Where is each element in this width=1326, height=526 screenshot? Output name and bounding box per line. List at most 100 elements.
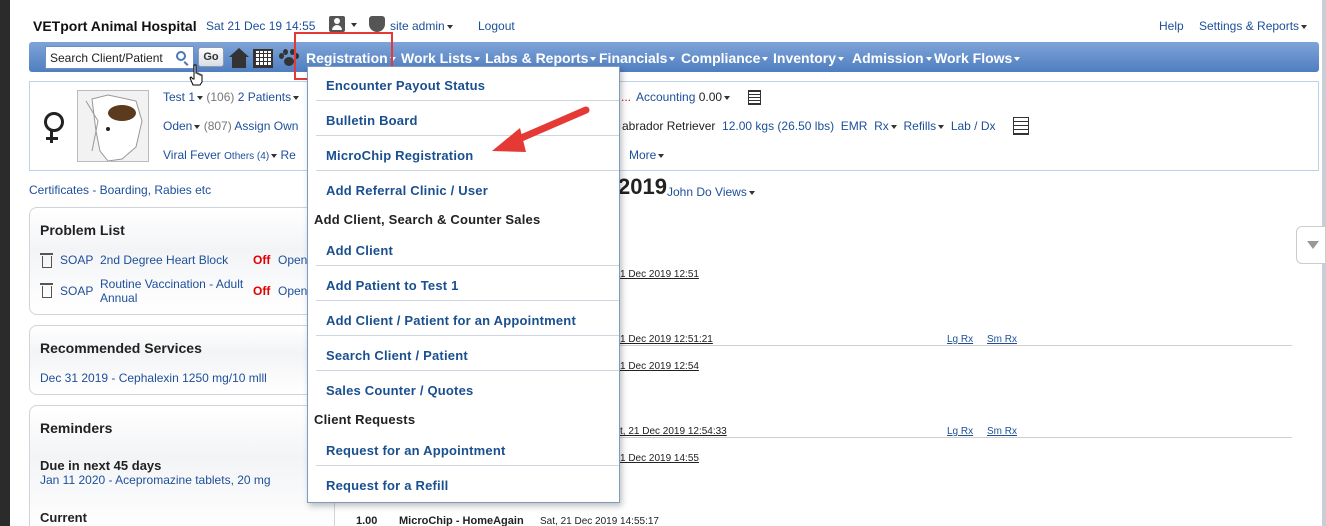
menu-item-request-appointment[interactable]: Request for an Appointment — [326, 443, 618, 458]
emr-link[interactable]: EMR — [841, 119, 868, 133]
chevron-down-icon[interactable] — [197, 95, 204, 100]
menu-item-search-client-patient[interactable]: Search Client / Patient — [326, 348, 618, 363]
chevron-down-icon[interactable] — [938, 124, 945, 129]
chevron-down-icon[interactable] — [890, 124, 897, 129]
clipboard-icon[interactable] — [1013, 117, 1029, 135]
chevron-down-icon[interactable] — [293, 95, 300, 100]
reminders-panel: Reminders Due in next 45 days Jan 11 202… — [29, 405, 335, 526]
patients-link[interactable]: 2 Patients — [238, 90, 291, 104]
views-menu[interactable]: John Do Views — [667, 185, 755, 199]
current-problem[interactable]: Viral Fever — [163, 148, 221, 162]
nav-compliance[interactable]: Compliance — [681, 50, 769, 66]
help-link[interactable]: Help — [1159, 19, 1184, 33]
line-item-name[interactable]: MicroChip - HomeAgain — [399, 515, 524, 526]
filter-button[interactable] — [1296, 226, 1326, 264]
nav-financials[interactable]: Financials — [599, 50, 676, 66]
menu-item-request-refill[interactable]: Request for a Refill — [326, 478, 618, 493]
problem-open-link[interactable]: Open — [278, 253, 307, 267]
search-icon[interactable] — [176, 51, 186, 61]
nav-inventory[interactable]: Inventory — [773, 50, 845, 66]
menu-separator — [316, 265, 619, 266]
re-link[interactable]: Re — [281, 148, 296, 162]
certificates-link[interactable]: Certificates - Boarding, Rabies etc — [29, 183, 211, 197]
settings-reports-menu[interactable]: Settings & Reports — [1199, 19, 1308, 33]
chevron-down-icon — [1301, 24, 1308, 29]
problem-status[interactable]: Off — [253, 253, 270, 267]
chevron-down-icon — [669, 57, 676, 62]
client-name[interactable]: Test 1 — [163, 90, 195, 104]
assign-owner-link[interactable]: Assign Own — [234, 119, 298, 133]
more-menu[interactable]: More — [629, 148, 665, 162]
recommended-item[interactable]: Dec 31 2019 - Cephalexin 1250 mg/10 mlll — [40, 371, 267, 385]
menu-separator — [316, 300, 619, 301]
patient-photo[interactable] — [77, 90, 149, 162]
breed: abrador Retriever — [622, 119, 716, 133]
user-icon[interactable] — [329, 16, 345, 32]
weight[interactable]: 12.00 kgs (26.50 lbs) — [722, 119, 834, 133]
chevron-down-icon — [590, 57, 597, 62]
lg-rx-link[interactable]: Lg Rx — [947, 426, 973, 437]
chevron-down-icon[interactable] — [271, 153, 278, 158]
log-entry-date[interactable]: 1 Dec 2019 14:55 — [620, 453, 699, 464]
problem-open-link[interactable]: Open — [278, 284, 307, 298]
menu-separator — [316, 170, 619, 171]
nav-work-lists[interactable]: Work Lists — [401, 50, 481, 66]
alert-ellipsis[interactable]: ... — [621, 90, 631, 104]
user-menu[interactable]: site admin — [390, 19, 453, 33]
sm-rx-link[interactable]: Sm Rx — [987, 334, 1017, 345]
home-icon[interactable] — [228, 48, 250, 68]
chevron-down-icon[interactable] — [194, 124, 201, 129]
reminders-title: Reminders — [40, 420, 113, 436]
due-item[interactable]: Jan 11 2020 - Acepromazine tablets, 20 m… — [40, 473, 271, 487]
log-entry-date[interactable]: 1 Dec 2019 12:54 — [620, 361, 699, 372]
trash-icon[interactable] — [40, 283, 53, 298]
logout-link[interactable]: Logout — [478, 19, 515, 33]
patient-summary: Test 1 (106) 2 Patients ... Accounting 0… — [29, 81, 1319, 171]
nav-label: Labs & Reports — [485, 50, 589, 66]
patient-line: Oden (807) Assign Own — [163, 119, 298, 133]
problem-name[interactable]: Routine Vaccination - Adult — [100, 277, 243, 291]
accounting-value: 0.00 — [698, 90, 723, 104]
problem-type: SOAP — [60, 253, 94, 267]
lab-dx-link[interactable]: Lab / Dx — [951, 119, 996, 133]
top-header: VETport Animal Hospital Sat 21 Dec 19 14… — [29, 4, 1319, 42]
nav-label: Compliance — [681, 50, 761, 66]
problem-status[interactable]: Off — [253, 284, 270, 298]
nav-admission[interactable]: Admission — [852, 50, 932, 66]
more-label: More — [629, 148, 657, 162]
menu-item-encounter-payout-status[interactable]: Encounter Payout Status — [326, 78, 618, 93]
nav-label: Financials — [599, 50, 668, 66]
calendar-icon[interactable] — [253, 49, 273, 68]
chevron-down-icon[interactable] — [351, 23, 357, 27]
patient-name[interactable]: Oden — [163, 119, 192, 133]
nav-labs-reports[interactable]: Labs & Reports — [485, 50, 597, 66]
sm-rx-link[interactable]: Sm Rx — [987, 426, 1017, 437]
menu-item-add-client-patient-appointment[interactable]: Add Client / Patient for an Appointment — [326, 313, 618, 328]
chevron-down-icon — [446, 24, 453, 29]
nav-work-flows[interactable]: Work Flows — [934, 50, 1021, 66]
menu-item-sales-counter-quotes[interactable]: Sales Counter / Quotes — [326, 383, 618, 398]
patient-id: (807) — [203, 119, 232, 133]
others-menu[interactable]: Others (4) — [224, 151, 269, 162]
menu-item-add-referral-clinic[interactable]: Add Referral Clinic / User — [326, 183, 618, 198]
recommended-services-panel: Recommended Services Dec 31 2019 - Cepha… — [29, 325, 335, 395]
nav-label: Work Flows — [934, 50, 1013, 66]
refills-menu[interactable]: Refills — [903, 119, 936, 133]
problem-line: Viral Fever Others (4) Re — [163, 148, 296, 162]
problem-list-title: Problem List — [40, 222, 125, 238]
log-entry-date[interactable]: 1 Dec 2019 12:51:21 — [620, 334, 713, 345]
accounting-label: Accounting — [636, 90, 696, 104]
current-datetime: Sat 21 Dec 19 14:55 — [206, 19, 316, 33]
trash-icon[interactable] — [40, 253, 53, 268]
menu-item-add-client[interactable]: Add Client — [326, 243, 618, 258]
accounting[interactable]: Accounting 0.00 — [636, 90, 731, 104]
calculator-icon[interactable] — [748, 90, 761, 105]
search-input[interactable]: Search Client/Patient — [45, 46, 194, 69]
problem-name-cont[interactable]: Annual — [100, 291, 137, 305]
rx-menu[interactable]: Rx — [874, 119, 889, 133]
log-entry-date[interactable]: t, 21 Dec 2019 12:54:33 — [620, 426, 727, 437]
lg-rx-link[interactable]: Lg Rx — [947, 334, 973, 345]
log-entry-date[interactable]: 1 Dec 2019 12:51 — [620, 269, 699, 280]
problem-name[interactable]: 2nd Degree Heart Block — [100, 253, 228, 267]
menu-item-add-patient[interactable]: Add Patient to Test 1 — [326, 278, 618, 293]
